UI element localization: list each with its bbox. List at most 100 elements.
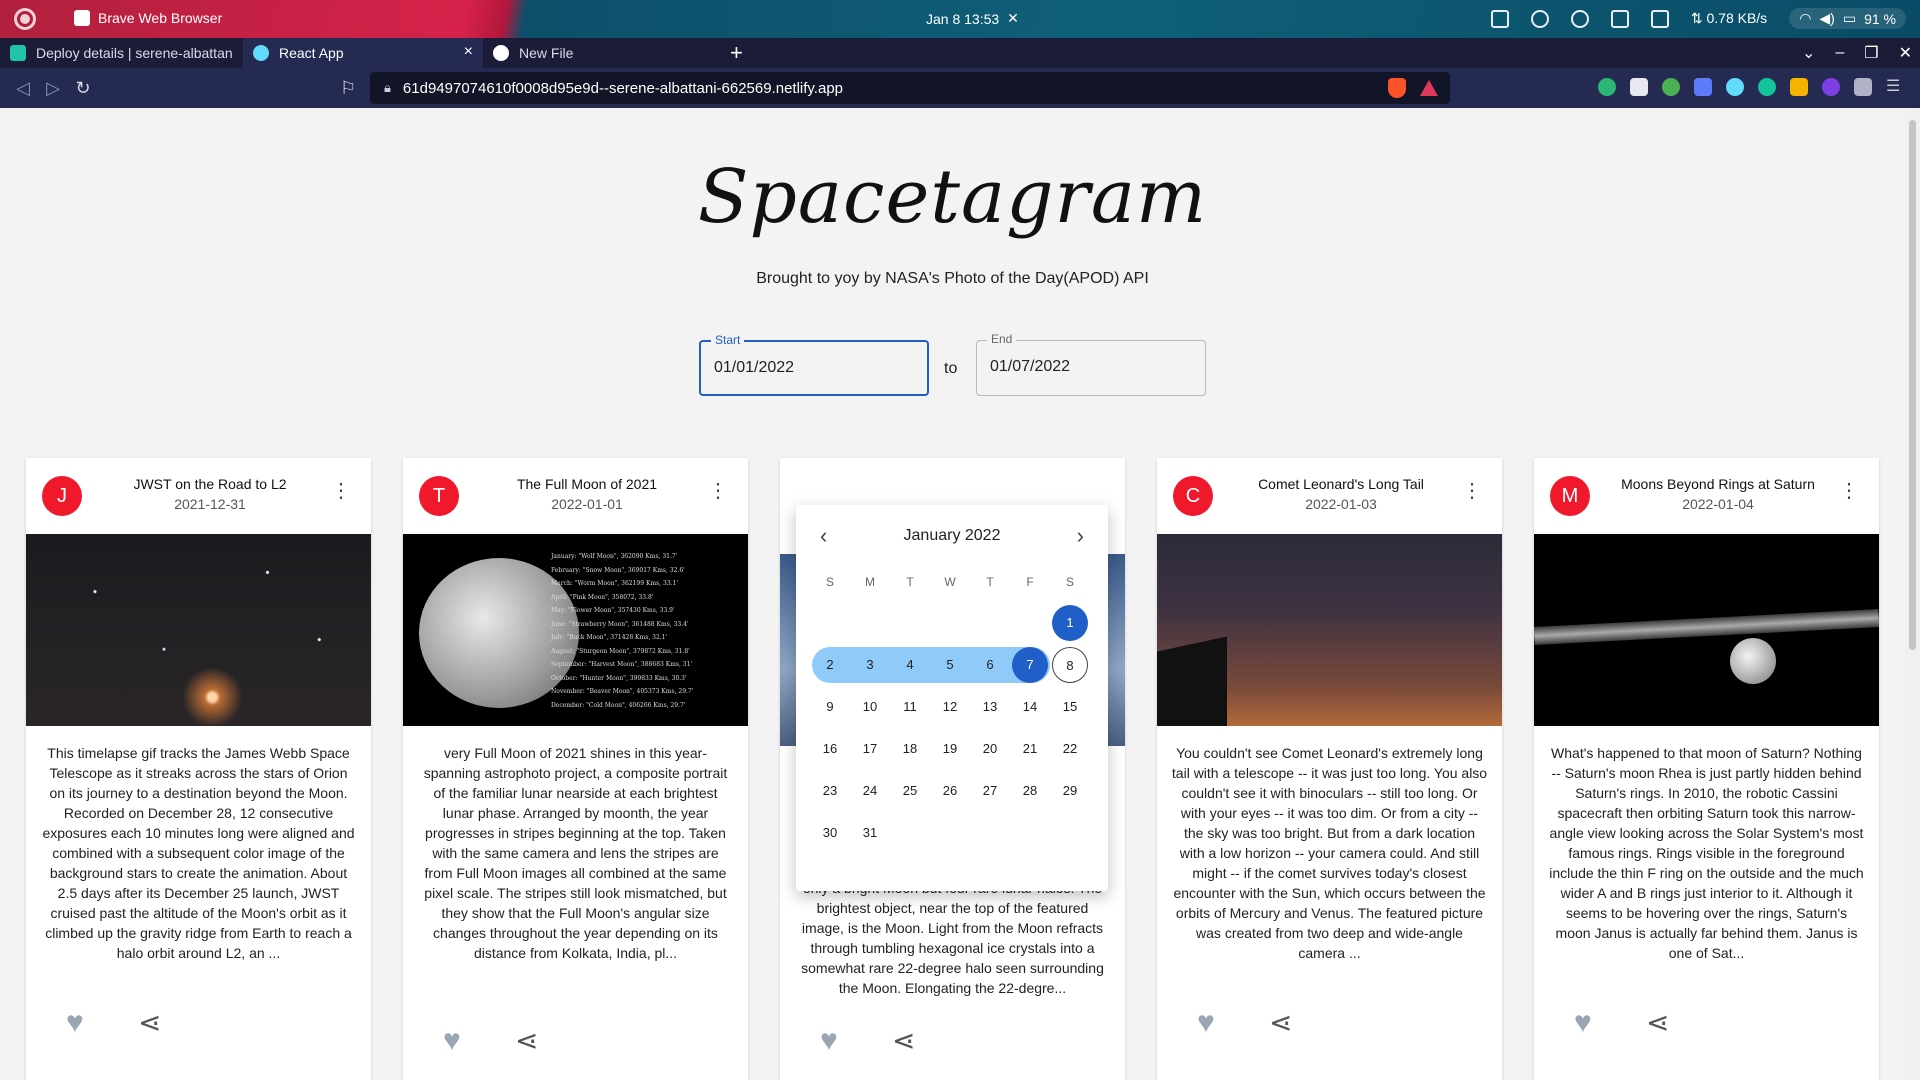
card-description: You couldn't see Comet Leonard's extreme… — [1171, 745, 1488, 961]
active-app[interactable]: Brave Web Browser — [74, 10, 222, 26]
like-icon[interactable]: ♥ — [66, 1006, 84, 1040]
photo-card: M Moons Beyond Rings at Saturn 2022-01-0… — [1534, 458, 1879, 1080]
lock-icon[interactable]: 🔒︎ — [384, 80, 391, 96]
card-description: This timelapse gif tracks the James Webb… — [42, 745, 355, 961]
dropper-icon[interactable] — [1610, 9, 1629, 28]
card-description: What's happened to that moon of Saturn? … — [1549, 745, 1864, 961]
forward-icon[interactable]: ▷ — [38, 78, 68, 99]
calendar-day[interactable]: 27 — [972, 773, 1008, 809]
tray-app-icon[interactable] — [1530, 9, 1549, 28]
brave-rewards-icon[interactable] — [1420, 80, 1438, 96]
translate-icon[interactable] — [1694, 78, 1712, 96]
url-text[interactable]: 61d9497074610f0008d95e9d--serene-albatta… — [403, 80, 843, 97]
extension-icon[interactable] — [1662, 78, 1680, 96]
calendar-day[interactable]: 22 — [1052, 731, 1088, 767]
like-icon[interactable]: ♥ — [1574, 1006, 1592, 1040]
calendar-day[interactable]: 26 — [932, 773, 968, 809]
card-date: 2022-01-03 — [1305, 496, 1377, 512]
like-icon[interactable]: ♥ — [820, 1024, 838, 1058]
calendar-day[interactable]: 6 — [972, 647, 1008, 683]
calendar-day[interactable]: 11 — [892, 689, 928, 725]
extension-icon[interactable] — [1790, 78, 1808, 96]
calendar-day[interactable]: 28 — [1012, 773, 1048, 809]
grammarly-icon[interactable] — [1758, 78, 1776, 96]
brave-shields-icon[interactable] — [1388, 78, 1406, 98]
share-icon[interactable]: ⋖ — [138, 1006, 161, 1039]
extensions-puzzle-icon[interactable] — [1854, 78, 1872, 96]
end-date-value[interactable]: 01/07/2022 — [990, 358, 1070, 376]
calendar-day[interactable]: 2 — [812, 647, 848, 683]
calendar-day[interactable]: 5 — [932, 647, 968, 683]
next-month-icon[interactable]: › — [1077, 523, 1084, 549]
calendar-day[interactable]: 9 — [812, 689, 848, 725]
calendar-day[interactable]: 23 — [812, 773, 848, 809]
back-icon[interactable]: ◁ — [8, 78, 38, 99]
calendar-day[interactable]: 25 — [892, 773, 928, 809]
calendar-day[interactable]: 4 — [892, 647, 928, 683]
slack-icon[interactable] — [1570, 9, 1589, 28]
calendar-day[interactable]: 1 — [1052, 605, 1088, 641]
more-options-icon[interactable]: ⋮ — [1839, 478, 1859, 503]
page-scrollbar[interactable] — [1905, 108, 1920, 1080]
start-date-value[interactable]: 01/01/2022 — [714, 359, 794, 377]
extension-icon[interactable] — [1822, 78, 1840, 96]
share-icon[interactable]: ⋖ — [892, 1024, 915, 1057]
avatar: T — [419, 476, 459, 516]
end-date-field[interactable]: End 01/07/2022 — [976, 332, 1206, 396]
calendar-day[interactable]: 29 — [1052, 773, 1088, 809]
calendar-day[interactable]: 21 — [1012, 731, 1048, 767]
share-icon[interactable]: ⋖ — [1269, 1006, 1292, 1039]
calendar-day[interactable]: 24 — [852, 773, 888, 809]
tab-deploy-details[interactable]: Deploy details | serene-albattani-6 — [0, 38, 243, 68]
minimize-icon[interactable]: – — [1835, 44, 1844, 62]
menu-icon[interactable]: ☰ — [1886, 78, 1904, 96]
calendar-day[interactable]: 7 — [1012, 647, 1048, 683]
calendar-day[interactable]: 30 — [812, 815, 848, 851]
close-tab-icon[interactable]: × — [464, 43, 473, 61]
bookmark-icon[interactable]: ⚐ — [340, 78, 356, 99]
calendar-day[interactable]: 19 — [932, 731, 968, 767]
active-app-label: Brave Web Browser — [98, 10, 223, 26]
tab-search-icon[interactable]: ⌄ — [1802, 43, 1815, 63]
calendar-day[interactable]: 20 — [972, 731, 1008, 767]
more-options-icon[interactable]: ⋮ — [708, 478, 728, 503]
more-options-icon[interactable]: ⋮ — [331, 478, 351, 503]
new-tab-button[interactable]: + — [716, 38, 757, 68]
scrollbar-thumb[interactable] — [1909, 120, 1916, 650]
screenshot-icon[interactable] — [1490, 9, 1509, 28]
calendar-day[interactable]: 31 — [852, 815, 888, 851]
close-window-icon[interactable]: ✕ — [1899, 43, 1912, 63]
calendar-day[interactable]: 10 — [852, 689, 888, 725]
calendar-day[interactable]: 8 — [1052, 647, 1088, 683]
moon-caption-line: June: "Strawberry Moon", 361488 Kms, 33.… — [551, 620, 689, 628]
calendar-day[interactable]: 15 — [1052, 689, 1088, 725]
tab-new-file[interactable]: New File — [483, 38, 716, 68]
share-icon[interactable]: ⋖ — [515, 1024, 538, 1057]
calendar-day[interactable]: 13 — [972, 689, 1008, 725]
like-icon[interactable]: ♥ — [443, 1024, 461, 1058]
tab-react-app[interactable]: React App × — [243, 38, 483, 68]
clipboard-icon[interactable] — [1650, 9, 1669, 28]
like-icon[interactable]: ♥ — [1197, 1006, 1215, 1040]
calendar-day[interactable]: 12 — [932, 689, 968, 725]
activities-icon[interactable] — [14, 8, 36, 30]
reload-icon[interactable]: ↻ — [68, 78, 98, 99]
calendar-day[interactable]: 17 — [852, 731, 888, 767]
calendar-day[interactable]: 14 — [1012, 689, 1048, 725]
address-bar[interactable]: 🔒︎ 61d9497074610f0008d95e9d--serene-alba… — [370, 72, 1450, 104]
calendar-day[interactable]: 16 — [812, 731, 848, 767]
more-options-icon[interactable]: ⋮ — [1462, 478, 1482, 503]
extension-icon[interactable] — [1630, 78, 1648, 96]
restore-icon[interactable]: ❐ — [1864, 43, 1878, 63]
status-menu[interactable]: ◠ ◀) ▭ 91 % — [1789, 8, 1906, 29]
extension-icon[interactable] — [1598, 78, 1616, 96]
start-date-field[interactable]: Start 01/01/2022 — [699, 333, 929, 396]
calendar-day[interactable]: 18 — [892, 731, 928, 767]
clock[interactable]: Jan 8 13:53 ✕ — [926, 10, 1019, 27]
tab-label: New File — [519, 45, 574, 61]
moon-caption-line: March: "Worm Moon", 362199 Kms, 33.1' — [551, 580, 679, 587]
card-title: JWST on the Road to L2 — [133, 476, 287, 492]
react-devtools-icon[interactable] — [1726, 78, 1744, 96]
calendar-day[interactable]: 3 — [852, 647, 888, 683]
share-icon[interactable]: ⋖ — [1646, 1006, 1669, 1039]
